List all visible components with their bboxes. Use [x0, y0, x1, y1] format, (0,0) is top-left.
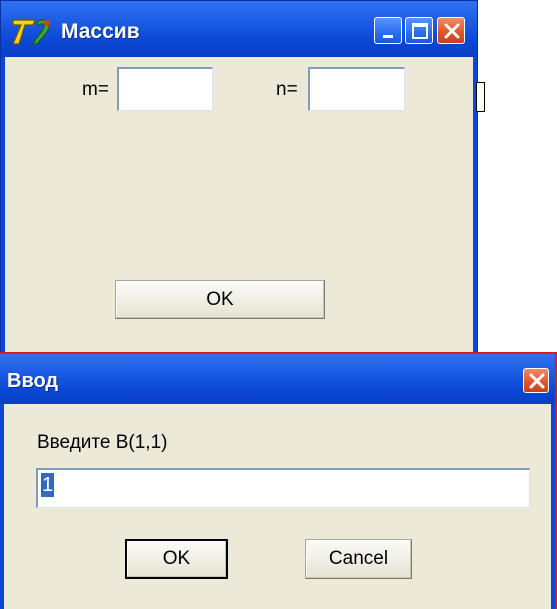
dialog-cancel-label: Cancel — [328, 548, 389, 569]
array-window-title: Массив — [61, 20, 140, 43]
dialog-close-button[interactable] — [523, 368, 549, 393]
m-label: m= — [82, 79, 109, 100]
dialog-ok-label: OK — [162, 548, 191, 569]
maximize-icon — [412, 23, 428, 39]
value-input-text: 1 — [41, 473, 55, 497]
close-button[interactable] — [437, 17, 465, 44]
prompt-label: Введите B(1,1) — [37, 432, 168, 453]
minimize-button[interactable] — [374, 17, 402, 44]
delphi-app-icon — [11, 16, 57, 46]
array-ok-button[interactable]: OK — [115, 280, 325, 319]
dialog-cancel-button[interactable]: Cancel — [305, 539, 412, 579]
close-icon — [444, 23, 460, 39]
input-dialog-title: Ввод — [7, 370, 59, 392]
array-window-titlebar[interactable]: Массив — [1, 1, 477, 57]
n-input[interactable] — [308, 67, 405, 111]
input-dialog: Ввод Введите B(1,1) 1 OK Cancel — [0, 352, 557, 609]
dialog-ok-button[interactable]: OK — [125, 539, 228, 579]
maximize-button[interactable] — [405, 17, 433, 44]
array-ok-label: OK — [206, 288, 234, 310]
input-dialog-client: Введите B(1,1) 1 OK Cancel — [4, 404, 551, 609]
close-icon — [529, 373, 545, 389]
array-window: Массив m= n= OK — [0, 0, 478, 360]
n-label: n= — [276, 79, 298, 100]
value-input[interactable]: 1 — [36, 468, 530, 508]
input-dialog-titlebar[interactable]: Ввод — [0, 354, 555, 404]
m-input[interactable] — [117, 67, 213, 111]
minimize-icon — [383, 35, 393, 38]
array-window-client: m= n= OK — [5, 57, 473, 359]
offscreen-edge-marker — [476, 82, 485, 112]
